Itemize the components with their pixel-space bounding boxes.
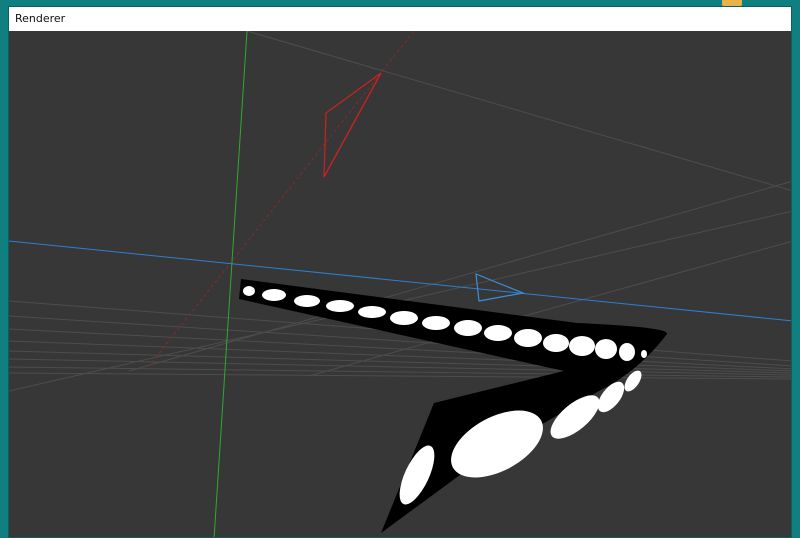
scene-canvas[interactable] (9, 31, 792, 538)
perforated-strip (239, 279, 668, 533)
ground-grid (9, 31, 791, 392)
render-viewport[interactable] (9, 31, 792, 538)
window-title: Renderer (15, 12, 66, 25)
red-frustum-edge (323, 72, 382, 178)
renderer-window: Renderer (8, 6, 792, 538)
window-title-bar[interactable]: Renderer (9, 7, 791, 31)
